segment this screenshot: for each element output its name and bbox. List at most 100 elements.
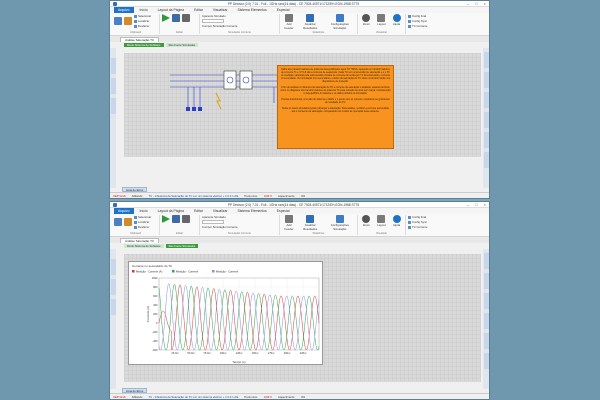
tab-layout[interactable]: Layout da Página xyxy=(154,7,188,13)
simulation-input-1[interactable] xyxy=(202,19,224,23)
y-tick-label: -400 xyxy=(152,339,158,343)
right-panel-tab[interactable] xyxy=(483,253,489,269)
group-label: Simulação Corrente xyxy=(228,31,251,34)
update-results-button[interactable]: Atualizar Resultados xyxy=(298,215,323,231)
tab-especial[interactable]: Especial xyxy=(273,208,294,214)
tab-sistema[interactable]: Sistema Elementos xyxy=(234,7,271,13)
subtab-results[interactable]: Res Fonte Simulados xyxy=(165,243,199,248)
right-panel-tab[interactable] xyxy=(483,353,489,369)
doc-tab[interactable]: Análise Saturação TC xyxy=(120,37,160,42)
doc-tab[interactable]: Análise Saturação TC xyxy=(120,238,160,243)
help-button[interactable]: Ajuda xyxy=(392,14,401,26)
tc-current-button[interactable]: TC Corrente xyxy=(408,225,446,229)
right-panel-tab[interactable] xyxy=(483,333,489,349)
right-panel-tab[interactable] xyxy=(483,112,489,128)
select-button[interactable]: Selecionar xyxy=(134,14,151,18)
close-icon[interactable]: × xyxy=(484,202,486,207)
config-final-button[interactable]: Config final xyxy=(408,14,446,18)
tc-current-button[interactable]: TC Corrente xyxy=(408,24,446,28)
play-icon[interactable] xyxy=(162,215,170,223)
schematic-canvas[interactable]: Falha dos transformadores de potência de… xyxy=(124,53,481,157)
grid-icon[interactable] xyxy=(172,215,180,223)
undo-button[interactable]: Desfazer xyxy=(134,225,151,229)
add-feeder-button[interactable]: Add Feeder xyxy=(282,14,296,30)
simulation-field-1[interactable]: Aparente Simulado xyxy=(202,215,277,219)
right-panel-tab[interactable] xyxy=(483,313,489,329)
grid-icon[interactable] xyxy=(172,14,180,22)
tab-sistema[interactable]: Sistema Elementos xyxy=(234,208,271,214)
stop-icon[interactable] xyxy=(182,215,190,223)
tab-inicio[interactable]: Início xyxy=(136,7,152,13)
subtab-software[interactable]: Modo Sistema de Software xyxy=(124,243,164,248)
cut-icon[interactable] xyxy=(124,17,132,25)
status-value: 0,00 V xyxy=(263,394,272,399)
left-panel-tab[interactable] xyxy=(110,58,116,74)
select-button[interactable]: Selecionar xyxy=(134,215,151,219)
current-chart[interactable]: Corrente no secundário do TC Medição - C… xyxy=(129,262,324,366)
find-button[interactable]: Localizar xyxy=(134,220,151,224)
right-panel-tab[interactable] xyxy=(483,92,489,108)
layout-button[interactable]: Layout xyxy=(377,14,386,26)
play-icon[interactable] xyxy=(162,14,170,22)
layout-button[interactable]: Layout xyxy=(377,215,386,227)
simulation-field-2[interactable]: Compor Simulação Corrente xyxy=(202,24,277,28)
tab-visualizar[interactable]: Visualizar xyxy=(209,208,232,214)
left-panel-tab[interactable] xyxy=(110,259,116,275)
button-label: Add Feeder xyxy=(284,22,294,30)
left-panel-tab[interactable] xyxy=(110,98,116,114)
tab-arquivo[interactable]: Arquivo xyxy=(114,208,134,214)
sim-config-button[interactable]: Configurações Simulação xyxy=(325,14,355,30)
config-final-button[interactable]: Config final xyxy=(408,215,446,219)
maximize-icon[interactable]: □ xyxy=(475,1,477,6)
stop-icon[interactable] xyxy=(182,14,190,22)
subtab-software[interactable]: Modo Sistema de Software xyxy=(124,42,164,47)
minimize-icon[interactable]: – xyxy=(467,1,469,6)
maximize-icon[interactable]: □ xyxy=(475,202,477,207)
simulation-field-2[interactable]: Compor Simulação Corrente xyxy=(202,225,277,229)
chart-panel[interactable]: Corrente no secundário do TC Medição - C… xyxy=(128,261,323,365)
left-panel-tab[interactable] xyxy=(110,279,116,295)
minimize-icon[interactable]: – xyxy=(467,202,469,207)
button-label: Layout xyxy=(377,223,386,227)
right-panel-tab[interactable] xyxy=(483,293,489,309)
tab-layout[interactable]: Layout da Página xyxy=(154,208,188,214)
zoom-button[interactable]: Zoom xyxy=(362,215,371,227)
right-panel-tab[interactable] xyxy=(483,72,489,88)
button-label: Zoom xyxy=(362,22,370,26)
update-results-button[interactable]: Atualizar Resultados xyxy=(298,14,323,30)
status-mode: Afiliando xyxy=(131,394,143,399)
find-button[interactable]: Localizar xyxy=(134,19,151,23)
status-file-link[interactable]: TC - Influência da Saturação do TC em um… xyxy=(148,194,238,198)
undo-button[interactable]: Desfazer xyxy=(134,24,151,28)
right-panel-tab[interactable] xyxy=(483,273,489,289)
paste-icon[interactable] xyxy=(114,218,122,226)
simulation-field-1[interactable]: Aparente Simulado xyxy=(202,14,277,18)
ribbon: Selecionar Localizar Desfazer Clipboard … xyxy=(110,214,489,237)
tab-editar[interactable]: Editar xyxy=(190,7,207,13)
status-file-link[interactable]: TC - Influência da Saturação do TC em um… xyxy=(148,395,238,399)
config-sync-button[interactable]: Config Sync xyxy=(408,220,446,224)
right-panel-tab[interactable] xyxy=(483,52,489,68)
tab-editar[interactable]: Editar xyxy=(190,208,207,214)
help-button[interactable]: Ajuda xyxy=(392,215,401,227)
tab-arquivo[interactable]: Arquivo xyxy=(114,7,134,13)
tab-especial[interactable]: Especial xyxy=(273,7,294,13)
cut-icon[interactable] xyxy=(124,218,132,226)
simulation-input-1[interactable] xyxy=(202,220,224,224)
left-panel-tab[interactable] xyxy=(110,299,116,315)
config-sync-button[interactable]: Config Sync xyxy=(408,19,446,23)
config-icon xyxy=(335,14,344,22)
app-icon xyxy=(113,1,117,6)
add-feeder-button[interactable]: Add Feeder xyxy=(282,215,296,231)
results-canvas[interactable]: Corrente no secundário do TC Medição - C… xyxy=(124,254,481,382)
right-panel-tab[interactable] xyxy=(483,152,489,168)
subtab-results[interactable]: Res Fonte Simulados xyxy=(165,42,199,47)
close-icon[interactable]: × xyxy=(484,1,486,6)
paste-icon[interactable] xyxy=(114,17,122,25)
sim-config-button[interactable]: Configurações Simulação xyxy=(325,215,355,231)
tab-visualizar[interactable]: Visualizar xyxy=(209,7,232,13)
tab-inicio[interactable]: Início xyxy=(136,208,152,214)
right-panel-tab[interactable] xyxy=(483,132,489,148)
zoom-button[interactable]: Zoom xyxy=(362,14,371,26)
left-panel-tab[interactable] xyxy=(110,78,116,94)
